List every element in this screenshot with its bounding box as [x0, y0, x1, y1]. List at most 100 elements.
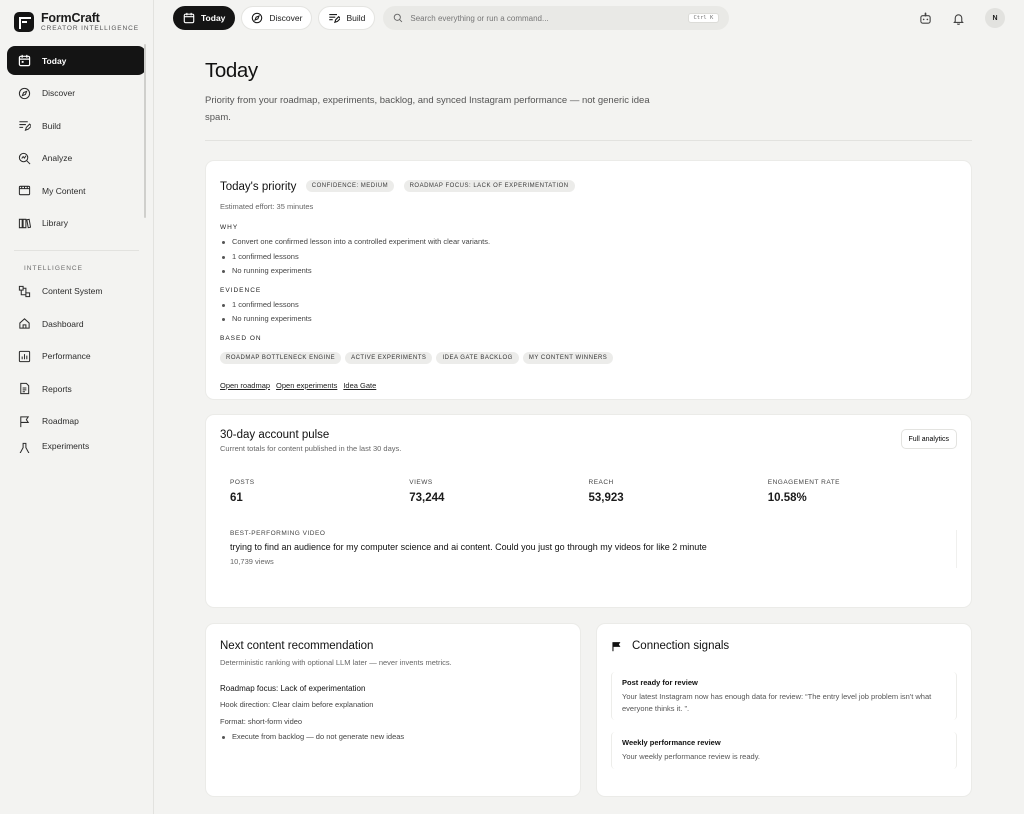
flag-icon — [17, 414, 31, 428]
sidebar-item-experiments[interactable]: Experiments — [7, 439, 146, 453]
sidebar-item-label: Content System — [42, 286, 103, 296]
sidebar-item-my-content[interactable]: My Content — [7, 176, 146, 205]
home-icon — [17, 317, 31, 331]
brand[interactable]: FormCraft CREATOR INTELLIGENCE — [0, 0, 153, 44]
priority-links: Open roadmap Open experiments Idea Gate — [220, 375, 957, 393]
sidebar: FormCraft CREATOR INTELLIGENCE Today Dis… — [0, 0, 154, 814]
signal-title: Weekly performance review — [622, 738, 721, 747]
recommendation-list: Execute from backlog — do not generate n… — [220, 730, 566, 745]
recommendation-subtitle: Deterministic ranking with optional LLM … — [220, 658, 452, 667]
open-experiments-link[interactable]: Open experiments — [276, 381, 337, 390]
priority-card: Today's priority CONFIDENCE: MEDIUM ROAD… — [205, 160, 972, 400]
idea-gate-link[interactable]: Idea Gate — [343, 381, 376, 390]
tab-today[interactable]: Today — [173, 6, 236, 30]
confidence-tag: CONFIDENCE: MEDIUM — [305, 179, 395, 192]
sidebar-item-label: Reports — [42, 383, 72, 394]
list-item: No running experiments — [220, 264, 957, 279]
bell-icon[interactable] — [952, 12, 965, 25]
tab-discover[interactable]: Discover — [241, 6, 313, 30]
why-list: Convert one confirmed lesson into a cont… — [220, 235, 957, 279]
build-icon — [329, 14, 341, 24]
sidebar-scrollbar[interactable] — [144, 44, 146, 218]
best-performing-video[interactable]: BEST-PERFORMING VIDEO trying to find an … — [220, 530, 957, 568]
based-on-chips: ROADMAP BOTTLENECK ENGINE ACTIVE EXPERIME… — [220, 346, 957, 364]
analyze-icon — [17, 151, 31, 165]
stat-label: REACH — [588, 479, 614, 486]
stat-value: 53,923 — [588, 492, 624, 504]
avatar[interactable]: N — [985, 8, 1005, 28]
sidebar-item-analyze[interactable]: Analyze — [7, 144, 146, 173]
sidebar-item-performance[interactable]: Performance — [7, 342, 146, 371]
full-analytics-button[interactable]: Full analytics — [900, 429, 957, 449]
command-search[interactable]: Ctrl K — [383, 6, 730, 30]
sidebar-item-content-system[interactable]: Content System — [7, 277, 146, 306]
sidebar-item-label: Today — [42, 55, 67, 66]
tab-label: Build — [346, 13, 366, 23]
primary-nav: Today Discover Build Analyze My Content … — [0, 44, 153, 459]
best-video-title: trying to find an audience for my comput… — [230, 542, 707, 552]
assistant-bot-icon[interactable] — [919, 12, 932, 25]
tab-label: Discover — [269, 13, 303, 23]
film-icon — [17, 184, 31, 198]
main-content: Today Priority from your roadmap, experi… — [205, 36, 972, 797]
signal-body: Your latest Instagram now has enough dat… — [622, 692, 932, 713]
stat-value: 61 — [230, 492, 243, 504]
calendar-icon — [17, 54, 31, 68]
list-item: No running experiments — [220, 312, 957, 327]
estimated-effort: Estimated effort: 35 minutes — [220, 202, 314, 211]
signal-weekly-review[interactable]: Weekly performance review Your weekly pe… — [611, 732, 957, 769]
sidebar-item-today[interactable]: Today — [7, 46, 146, 75]
roadmap-focus-tag: ROADMAP FOCUS: LACK OF EXPERIMENTATION — [403, 179, 575, 192]
shortcut-hint: Ctrl K — [687, 13, 720, 23]
evidence-heading: EVIDENCE — [220, 286, 262, 294]
page-title: Today — [205, 59, 258, 82]
stat-views: VIEWS 73,244 — [409, 479, 588, 504]
flag-icon — [612, 641, 621, 651]
search-icon — [394, 13, 403, 23]
brand-tagline: CREATOR INTELLIGENCE — [41, 25, 139, 32]
stat-label: POSTS — [230, 479, 255, 486]
chart-icon — [17, 349, 31, 363]
connection-signals-card: Connection signals Post ready for review… — [596, 623, 972, 797]
signals-title: Connection signals — [632, 640, 730, 652]
stat-reach: REACH 53,923 — [589, 479, 768, 504]
sidebar-item-label: Roadmap — [42, 416, 79, 426]
top-right-actions: N — [919, 8, 1005, 28]
sidebar-item-dashboard[interactable]: Dashboard — [7, 309, 146, 338]
search-input[interactable] — [410, 13, 681, 23]
pulse-title: 30-day account pulse — [220, 429, 330, 441]
calendar-icon — [183, 12, 195, 24]
sidebar-item-roadmap[interactable]: Roadmap — [7, 407, 146, 436]
chip-roadmap-bottleneck: ROADMAP BOTTLENECK ENGINE — [220, 351, 342, 364]
signal-post-ready[interactable]: Post ready for review Your latest Instag… — [611, 672, 957, 720]
formcraft-logo-icon — [14, 12, 34, 32]
sidebar-item-library[interactable]: Library — [7, 209, 146, 238]
tab-label: Today — [201, 13, 226, 23]
tab-build[interactable]: Build — [318, 6, 376, 30]
sidebar-item-label: Performance — [42, 351, 91, 361]
stat-engagement-rate: ENGAGEMENT RATE 10.58% — [768, 479, 947, 504]
build-icon — [17, 119, 31, 133]
sidebar-item-label: Analyze — [42, 153, 73, 163]
chip-active-experiments: ACTIVE EXPERIMENTS — [345, 351, 433, 364]
compass-icon — [252, 12, 263, 24]
recommendation-title: Next content recommendation — [220, 640, 374, 652]
library-icon — [17, 216, 31, 230]
sidebar-item-reports[interactable]: Reports — [7, 374, 146, 403]
brand-name: FormCraft — [41, 10, 100, 25]
stat-value: 10.58% — [767, 492, 807, 504]
recommendation-focus: Roadmap focus: Lack of experimentation — [220, 684, 366, 693]
system-icon — [17, 284, 31, 298]
list-item: 1 confirmed lessons — [220, 250, 957, 265]
signal-body: Your weekly performance review is ready. — [622, 752, 760, 761]
divider — [205, 140, 972, 141]
sidebar-item-build[interactable]: Build — [7, 111, 146, 140]
sidebar-item-label: Experiments — [42, 441, 90, 451]
open-roadmap-link[interactable]: Open roadmap — [220, 381, 270, 390]
sidebar-item-label: Library — [42, 218, 68, 228]
bottom-row: Next content recommendation Deterministi… — [205, 623, 972, 797]
sidebar-item-discover[interactable]: Discover — [7, 79, 146, 108]
report-icon — [17, 382, 31, 396]
account-pulse-card: 30-day account pulse Current totals for … — [205, 414, 972, 608]
sidebar-item-label: Dashboard — [42, 318, 84, 329]
